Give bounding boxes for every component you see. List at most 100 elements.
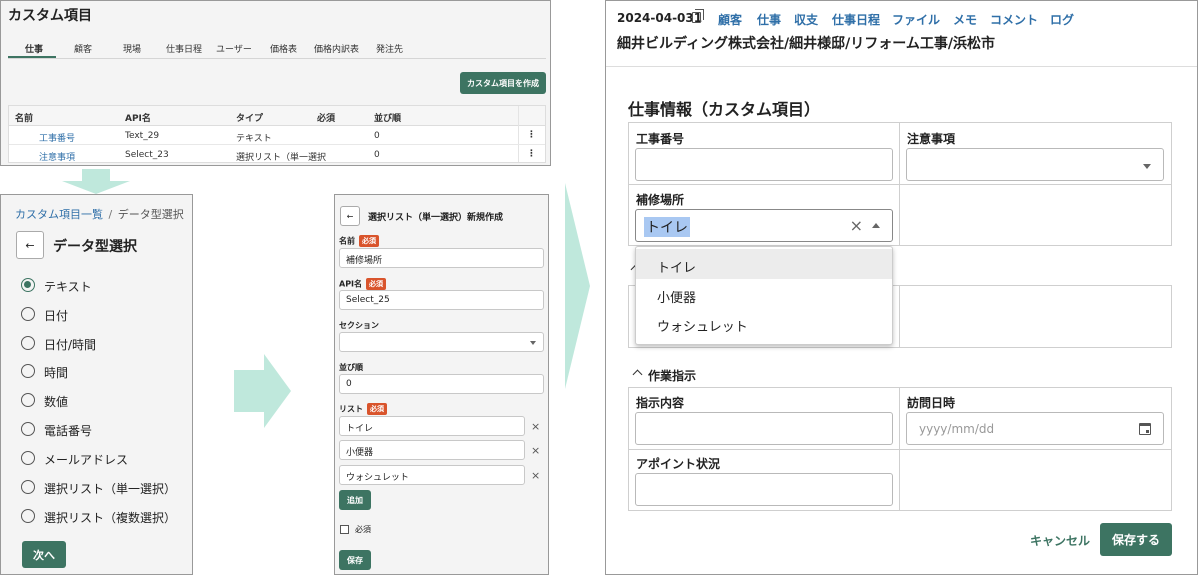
row-order: 0 <box>374 131 380 141</box>
calendar-icon[interactable] <box>1139 423 1151 435</box>
radio-number[interactable] <box>21 393 35 407</box>
row-api: Select_23 <box>125 150 169 160</box>
tab-user[interactable]: ユーザー <box>216 42 252 55</box>
table-row[interactable]: 注意事項 Select_23 選択リスト（単一選択 0 ⋮ <box>9 145 545 163</box>
option-label: 選択リスト（単一選択） <box>44 482 177 496</box>
panel-title: データ型選択 <box>53 239 137 255</box>
col-order: 並び順 <box>374 114 402 124</box>
instruction-input[interactable] <box>635 412 893 445</box>
row-type: テキスト <box>236 134 272 144</box>
nav-file[interactable]: ファイル <box>892 11 940 28</box>
tab-vendor[interactable]: 発注先 <box>376 42 403 55</box>
radio-date[interactable] <box>21 307 35 321</box>
cancel-button[interactable]: キャンセル <box>1030 532 1090 549</box>
repair-location-label: 補修場所 <box>636 193 685 207</box>
remove-item-icon[interactable]: × <box>531 469 540 482</box>
copy-icon[interactable] <box>692 9 704 23</box>
back-button[interactable]: ← <box>340 206 360 226</box>
row-api: Text_29 <box>125 131 160 141</box>
tab-job[interactable]: 仕事 <box>25 42 43 55</box>
order-input[interactable] <box>339 374 544 394</box>
nav-comment[interactable]: コメント <box>990 11 1038 28</box>
remove-item-icon[interactable]: × <box>531 444 540 457</box>
appointment-label: アポイント状況 <box>636 457 721 471</box>
section2-title[interactable]: 作業指示 <box>648 367 696 384</box>
next-button[interactable]: 次へ <box>22 541 66 568</box>
required-checkbox-label: 必須 <box>355 525 371 534</box>
chevron-down-icon <box>1143 164 1151 169</box>
dropdown-menu: トイレ 小便器 ウォシュレット <box>635 246 893 345</box>
clear-icon[interactable]: × <box>850 216 863 235</box>
field-cell <box>899 184 1172 246</box>
radio-datetime[interactable] <box>21 336 35 350</box>
nav-log[interactable]: ログ <box>1050 11 1074 28</box>
nav-customer[interactable]: 顧客 <box>718 11 742 28</box>
new-select-list-panel: ← 選択リスト（単一選択）新規作成 名前 必須 補修場所 API名 必須 Selec… <box>334 194 549 575</box>
job-id: 2024-04-031 <box>617 11 703 25</box>
row-name-link[interactable]: 工事番号 <box>39 131 75 144</box>
job-detail-panel: 2024-04-031 顧客 仕事 収支 仕事日程 ファイル メモ コメント ロ… <box>605 0 1198 575</box>
nav-schedule[interactable]: 仕事日程 <box>832 11 880 28</box>
required-badge: 必須 <box>359 235 379 247</box>
nav-balance[interactable]: 収支 <box>794 11 818 28</box>
section-select[interactable] <box>339 332 544 352</box>
save-button[interactable]: 保存する <box>1100 523 1172 556</box>
required-badge: 必須 <box>366 278 387 290</box>
save-button[interactable]: 保存 <box>339 550 371 570</box>
row-menu-icon[interactable]: ⋮ <box>527 130 536 140</box>
row-menu-icon[interactable]: ⋮ <box>527 149 536 159</box>
chevron-up-icon[interactable] <box>872 223 880 228</box>
page-title: カスタム項目 <box>8 8 92 24</box>
option-label: 日付/時間 <box>44 338 97 352</box>
visit-date-placeholder: yyyy/mm/dd <box>919 422 995 436</box>
tab-customer[interactable]: 顧客 <box>74 42 92 55</box>
row-name-link[interactable]: 注意事項 <box>39 150 75 163</box>
dropdown-option[interactable]: 小便器 <box>657 287 696 306</box>
add-item-button[interactable]: 追加 <box>339 490 371 510</box>
tab-price-breakdown[interactable]: 価格内訳表 <box>314 42 359 55</box>
notes-select[interactable] <box>906 148 1164 181</box>
repair-location-select[interactable]: トイレ × <box>635 209 893 242</box>
nav-memo[interactable]: メモ <box>953 11 977 28</box>
nav-job[interactable]: 仕事 <box>757 11 781 28</box>
col-required: 必須 <box>317 114 336 124</box>
radio-select-multi[interactable] <box>21 509 35 523</box>
visit-date-input[interactable]: yyyy/mm/dd <box>906 412 1164 445</box>
api-input-value: Select_25 <box>346 295 390 305</box>
name-input-value: 補修場所 <box>346 256 383 266</box>
chevron-down-icon <box>530 341 536 345</box>
tab-price-list[interactable]: 価格表 <box>270 42 297 55</box>
tab-site[interactable]: 現場 <box>123 42 141 55</box>
appointment-input[interactable] <box>635 473 893 506</box>
radio-time[interactable] <box>21 364 35 378</box>
option-label: 選択リスト（複数選択） <box>44 511 177 525</box>
option-label: 電話番号 <box>44 424 93 438</box>
breadcrumb-link[interactable]: カスタム項目一覧 <box>15 208 103 221</box>
order-input-value: 0 <box>346 379 352 389</box>
name-label: 名前 必須 <box>339 235 379 247</box>
back-arrow-icon: ← <box>346 211 354 221</box>
remove-item-icon[interactable]: × <box>531 420 540 433</box>
radio-text[interactable] <box>21 278 35 292</box>
list-label: リスト 必須 <box>339 403 387 415</box>
breadcrumb-current: データ型選択 <box>117 208 184 221</box>
list-item-value: トイレ <box>346 424 374 434</box>
radio-email[interactable] <box>21 451 35 465</box>
job-path: 細井ビルディング株式会社/細井様邸/リフォーム工事/浜松市 <box>617 36 995 52</box>
field-cell <box>899 449 1172 511</box>
required-checkbox[interactable] <box>340 525 349 534</box>
back-button[interactable]: ← <box>16 231 44 259</box>
required-badge: 必須 <box>367 403 387 415</box>
radio-phone[interactable] <box>21 422 35 436</box>
koji-number-input[interactable] <box>635 148 893 181</box>
dropdown-option[interactable]: ウォシュレット <box>657 316 748 335</box>
table-row[interactable]: 工事番号 Text_29 テキスト 0 ⋮ <box>9 126 545 145</box>
field-table: 名前 API名 タイプ 必須 並び順 工事番号 Text_29 テキスト 0 ⋮… <box>8 105 546 163</box>
section-collapse-chevron-icon[interactable] <box>632 369 643 380</box>
tab-schedule[interactable]: 仕事日程 <box>166 42 202 55</box>
option-label: テキスト <box>44 280 92 294</box>
flow-arrow-down <box>82 169 110 181</box>
radio-select-single[interactable] <box>21 480 35 494</box>
dropdown-option[interactable]: トイレ <box>657 257 696 276</box>
create-custom-field-button[interactable]: カスタム項目を作成 <box>460 72 546 94</box>
